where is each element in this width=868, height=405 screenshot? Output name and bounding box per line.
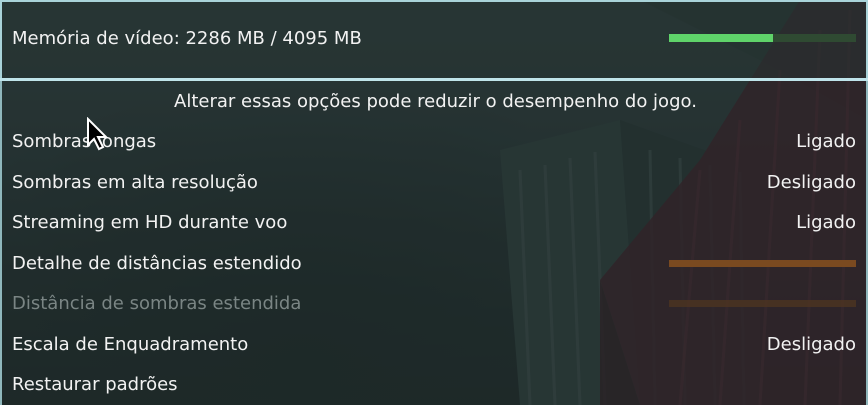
setting-label: Sombras longas — [12, 131, 157, 152]
setting-value[interactable]: Desligado — [767, 334, 856, 356]
setting-label: Streaming em HD durante voo — [12, 212, 288, 233]
setting-value[interactable]: Ligado — [796, 131, 856, 153]
setting-value[interactable]: Desligado — [767, 172, 856, 194]
mouse-pointer-icon — [87, 117, 109, 151]
shadow-distance-slider — [669, 300, 856, 307]
distance-scaling-slider[interactable] — [669, 260, 856, 267]
setting-value[interactable]: Ligado — [796, 212, 856, 234]
vram-usage-fill — [669, 34, 774, 42]
setting-label: Detalhe de distâncias estendido — [12, 253, 302, 274]
restore-defaults-button[interactable]: Restaurar padrões — [12, 374, 178, 396]
performance-warning: Alterar essas opções pode reduzir o dese… — [174, 91, 697, 112]
setting-label: Sombras em alta resolução — [12, 172, 258, 193]
vram-label: Memória de vídeo: 2286 MB / 4095 MB — [12, 28, 362, 49]
setting-label: Distância de sombras estendida — [12, 293, 302, 314]
setting-label: Escala de Enquadramento — [12, 334, 249, 355]
advanced-settings-panel — [0, 81, 868, 405]
vram-usage-bar — [669, 34, 856, 42]
